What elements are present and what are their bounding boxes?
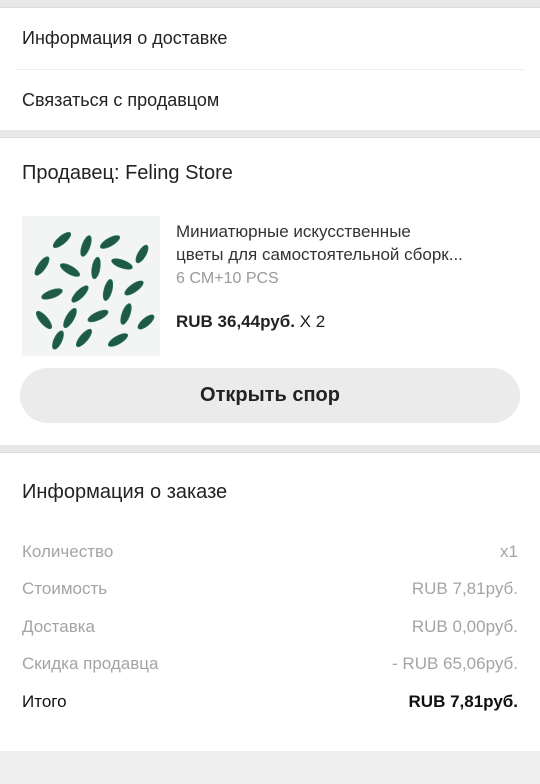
product-price: RUB 36,44руб. <box>176 312 295 331</box>
product-thumbnail[interactable] <box>22 216 160 356</box>
order-row-quantity: Количество x1 <box>22 533 518 571</box>
order-summary: Количество x1 Стоимость RUB 7,81руб. Дос… <box>0 533 540 721</box>
order-total-value: RUB 7,81руб. <box>408 691 518 711</box>
contact-seller-link[interactable]: Связаться с продавцом <box>16 69 524 130</box>
top-spacer <box>0 0 540 8</box>
contact-seller-label: Связаться с продавцом <box>22 89 220 110</box>
product-quantity: X 2 <box>299 312 326 331</box>
order-row-value: RUB 0,00руб. <box>411 616 518 636</box>
order-info-title: Информация о заказе <box>22 481 228 503</box>
pine-leaves-image <box>34 231 155 350</box>
product-item[interactable]: Миниатюрные искусственные цветы для само… <box>0 200 540 356</box>
product-name-line2: цветы для самостоятельной сборк... <box>176 245 463 264</box>
product-variant: 6 CM+10 PCS <box>176 270 279 287</box>
product-price-row: RUB 36,44руб. X 2 <box>176 312 518 332</box>
order-total-label: Итого <box>22 691 67 711</box>
order-row-label: Стоимость <box>22 579 108 599</box>
section-spacer <box>0 130 540 138</box>
product-name-line1: Миниатюрные искусственные <box>176 222 411 241</box>
delivery-info-link[interactable]: Информация о доставке <box>16 8 524 69</box>
order-row-label: Скидка продавца <box>22 654 159 674</box>
order-row-label: Количество <box>22 541 114 561</box>
order-row-label: Доставка <box>22 616 96 636</box>
order-row-value: x1 <box>500 541 518 561</box>
delivery-info-label: Информация о доставке <box>22 28 228 48</box>
order-row-cost: Стоимость RUB 7,81руб. <box>22 571 518 609</box>
order-row-value: RUB 7,81руб. <box>411 579 518 599</box>
open-dispute-button[interactable]: Открыть спор <box>20 368 520 423</box>
product-name[interactable]: Миниатюрные искусственные цветы для само… <box>176 220 518 266</box>
seller-card: Продавец: Feling Store Миниатюрные искус… <box>0 138 540 445</box>
order-row-seller-discount: Скидка продавца - RUB 65,06руб. <box>22 646 518 684</box>
info-links-card: Информация о доставке Связаться с продав… <box>0 8 540 130</box>
order-info-card: Информация о заказе Количество x1 Стоимо… <box>0 453 540 751</box>
order-row-value: - RUB 65,06руб. <box>392 654 518 674</box>
bottom-padding <box>0 720 540 751</box>
product-info: Миниатюрные искусственные цветы для само… <box>160 216 518 356</box>
seller-title[interactable]: Продавец: Feling Store <box>0 138 540 200</box>
dispute-wrap: Открыть спор <box>0 356 540 445</box>
order-row-total: Итого RUB 7,81руб. <box>22 683 518 721</box>
order-row-delivery: Доставка RUB 0,00руб. <box>22 608 518 646</box>
section-spacer-2 <box>0 445 540 453</box>
